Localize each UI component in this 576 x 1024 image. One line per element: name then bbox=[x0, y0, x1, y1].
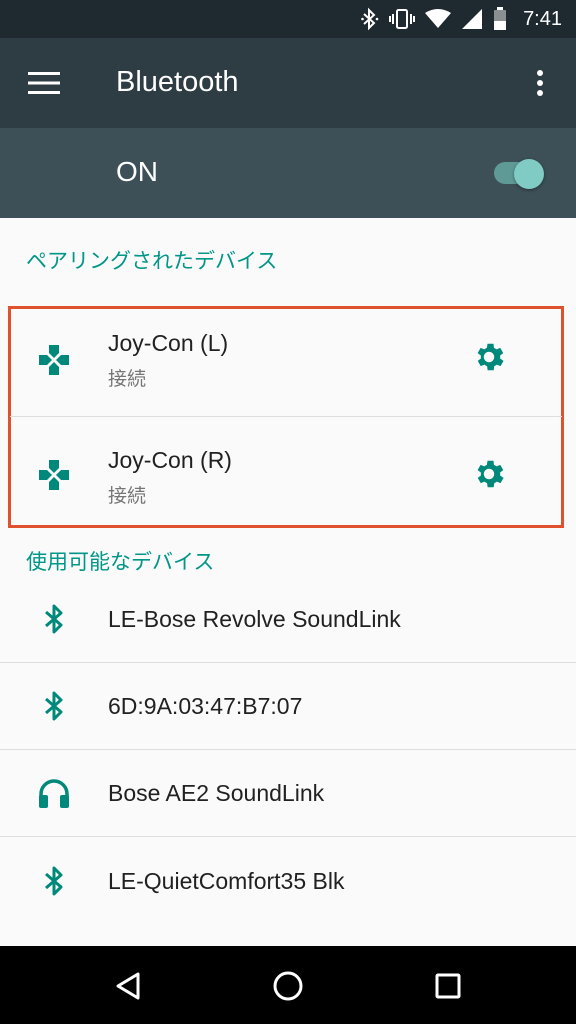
gear-icon[interactable] bbox=[470, 455, 508, 493]
status-bar: 7:41 bbox=[0, 0, 576, 38]
recents-icon[interactable] bbox=[428, 966, 468, 1006]
app-bar: Bluetooth bbox=[0, 38, 576, 128]
available-device-row[interactable]: Bose AE2 SoundLink bbox=[0, 750, 576, 836]
available-devices-header: 使用可能なデバイス bbox=[26, 550, 215, 574]
bluetooth-icon bbox=[36, 688, 72, 724]
bluetooth-toggle-thumb[interactable] bbox=[514, 159, 544, 189]
available-device-row[interactable]: LE-QuietComfort35 Blk bbox=[0, 837, 576, 923]
back-icon[interactable] bbox=[108, 966, 148, 1006]
wifi-icon bbox=[425, 9, 452, 29]
paired-devices-header: ペアリングされたデバイス bbox=[26, 249, 278, 273]
clock: 7:41 bbox=[523, 7, 562, 30]
home-icon[interactable] bbox=[268, 966, 308, 1006]
gamepad-icon bbox=[36, 457, 72, 493]
gear-icon[interactable] bbox=[470, 338, 508, 376]
device-name: Bose AE2 SoundLink bbox=[108, 780, 325, 806]
device-name: LE-Bose Revolve SoundLink bbox=[108, 606, 401, 632]
device-name: 6D:9A:03:47:B7:07 bbox=[108, 693, 303, 719]
bluetooth-switch-bar[interactable]: ON bbox=[0, 128, 576, 218]
headphones-icon bbox=[36, 775, 72, 811]
overflow-menu-icon[interactable] bbox=[524, 67, 556, 99]
bluetooth-icon bbox=[36, 863, 72, 899]
device-status: 接続 bbox=[108, 485, 147, 507]
switch-label: ON bbox=[116, 156, 158, 187]
available-device-row[interactable]: LE-Bose Revolve SoundLink bbox=[0, 576, 576, 662]
device-name: Joy-Con (L) bbox=[108, 330, 229, 356]
device-status: 接続 bbox=[108, 368, 147, 390]
available-device-row[interactable]: 6D:9A:03:47:B7:07 bbox=[0, 663, 576, 749]
vibrate-icon bbox=[389, 8, 416, 30]
gamepad-icon bbox=[36, 342, 72, 378]
device-name: LE-QuietComfort35 Blk bbox=[108, 868, 345, 894]
device-name: Joy-Con (R) bbox=[108, 447, 232, 473]
bluetooth-icon bbox=[36, 601, 72, 637]
navigation-bar bbox=[0, 946, 576, 1024]
paired-device-joycon-r[interactable]: Joy-Con (R) 接続 bbox=[0, 417, 576, 525]
paired-device-joycon-l[interactable]: Joy-Con (L) 接続 bbox=[0, 310, 576, 416]
battery-icon bbox=[493, 7, 507, 31]
bluetooth-status-icon bbox=[361, 7, 379, 31]
menu-icon[interactable] bbox=[26, 67, 62, 99]
cell-signal-icon bbox=[461, 8, 483, 30]
page-title: Bluetooth bbox=[116, 66, 239, 98]
